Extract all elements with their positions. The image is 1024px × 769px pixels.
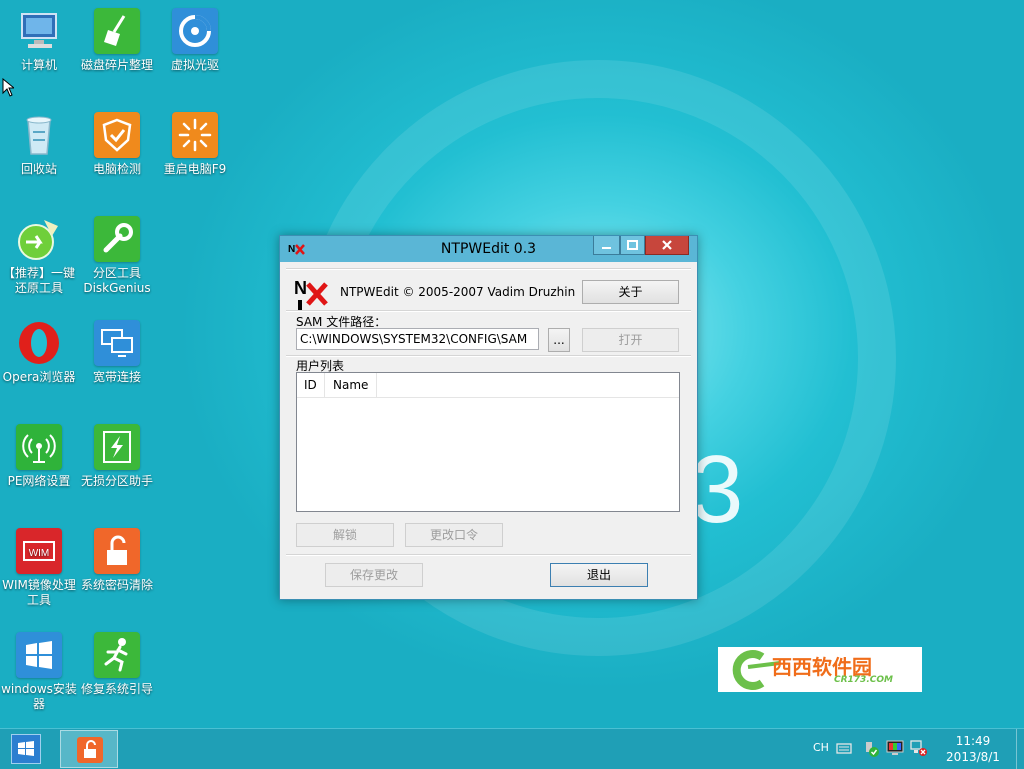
unlock-icon [94,528,140,574]
separator [286,554,691,556]
separator [286,268,691,270]
icon-label: 回收站 [20,162,57,176]
desktop-icon-pe-network[interactable]: PE网络设置 [1,424,77,489]
desktop-icon-virtual-drive[interactable]: 虚拟光驱 [157,8,233,73]
show-desktop-button[interactable] [1016,729,1024,769]
lightning-icon [94,424,140,470]
desktop-icon-password-clear[interactable]: 系统密码清除 [79,528,155,593]
start-button[interactable] [11,734,41,764]
network-status-icon[interactable] [910,740,928,756]
desktop-icon-wim-tool[interactable]: WIM WIM镜像处理工具 [1,528,77,608]
unlock-icon [77,737,103,763]
icon-label: 分区工具DiskGenius [83,266,151,295]
exit-button[interactable]: 退出 [550,563,648,587]
desktop-icon-opera[interactable]: Opera浏览器 [1,320,77,385]
icon-label: 系统密码清除 [80,578,153,592]
minimize-button[interactable] [593,236,620,255]
restore-icon [16,216,62,262]
watermark-site: CR173.COM [834,675,893,685]
ntpwedit-logo-icon: N [294,278,328,310]
clock-date: 2013/8/1 [946,750,1000,764]
minimize-icon [602,247,611,249]
opera-icon [16,320,62,366]
burst-icon [172,112,218,158]
windows-logo-icon [18,741,34,756]
recycle-bin-icon [16,112,62,158]
icon-label: 【推荐】一键还原工具 [2,266,75,295]
separator [286,310,691,312]
mouse-cursor-icon [2,78,14,97]
icon-label: 电脑检测 [92,162,141,176]
display-icon[interactable] [886,740,904,756]
watermark-logo: 西西软件园 CR173.COM [718,647,922,692]
user-list[interactable]: ID Name [296,372,680,512]
keyboard-icon[interactable] [836,741,852,755]
icon-label: PE网络设置 [7,474,71,488]
icon-label: 无损分区助手 [80,474,153,488]
desktop-icon-windows-install[interactable]: windows安装器 [1,632,77,712]
icon-label: 修复系统引导 [80,682,153,696]
clock[interactable]: 11:49 2013/8/1 [938,733,1008,765]
network-icon [16,424,62,470]
desktop-icon-one-key-restore[interactable]: 【推荐】一键还原工具 [1,216,77,296]
svg-text:N: N [294,278,307,298]
wrench-icon [94,216,140,262]
computer-icon [16,8,62,54]
desktop-icon-boot-repair[interactable]: 修复系统引导 [79,632,155,697]
shield-check-icon [94,112,140,158]
browse-button[interactable]: ... [548,328,570,352]
desktop-icon-restart-f9[interactable]: 重启电脑F9 [157,112,233,177]
change-password-button[interactable]: 更改口令 [405,523,503,547]
maximize-button[interactable] [620,236,645,255]
desktop: 3 计算机 回收站 【推荐】一键还原工具 Opera浏览器 PE网络设置 WIM [0,0,1024,728]
icon-label: 虚拟光驱 [170,58,219,72]
open-button[interactable]: 打开 [582,328,679,352]
icon-label: 计算机 [20,58,57,72]
desktop-icon-lossless-partition[interactable]: 无损分区助手 [79,424,155,489]
sam-path-input[interactable] [296,328,539,350]
icon-label: 宽带连接 [92,370,141,384]
window-titlebar[interactable]: N NTPWEdit 0.3 [280,236,697,262]
monitors-icon [94,320,140,366]
language-indicator[interactable]: CH [813,741,829,754]
desktop-icon-disk-defrag[interactable]: 磁盘碎片整理 [79,8,155,73]
wim-icon: WIM [16,528,62,574]
desktop-icon-recycle-bin[interactable]: 回收站 [1,112,77,177]
clock-time: 11:49 [955,734,991,748]
wallpaper-digit: 3 [690,436,744,543]
about-button[interactable]: 关于 [582,280,679,304]
list-header: ID Name [297,373,679,398]
close-button[interactable] [645,236,689,255]
broom-icon [94,8,140,54]
taskbar-app-password-clear[interactable] [60,730,118,768]
ntpwedit-window: N NTPWEdit 0.3 N NTPWEdit © 2005-2007 Va… [279,235,698,600]
copyright-text: NTPWEdit © 2005-2007 Vadim Druzhin [340,285,576,299]
desktop-icon-diskgenius[interactable]: 分区工具DiskGenius [79,216,155,296]
desktop-icon-pc-check[interactable]: 电脑检测 [79,112,155,177]
running-man-icon [94,632,140,678]
icon-label: windows安装器 [1,682,77,711]
icon-label: 重启电脑F9 [163,162,227,176]
usb-safe-remove-icon[interactable] [862,740,880,758]
icon-label: 磁盘碎片整理 [80,58,153,72]
save-changes-button[interactable]: 保存更改 [325,563,423,587]
column-header-name[interactable]: Name [325,373,377,397]
desktop-icon-broadband[interactable]: 宽带连接 [79,320,155,385]
column-header-id[interactable]: ID [297,373,325,397]
windows-icon [16,632,62,678]
disc-icon [172,8,218,54]
separator [286,355,691,357]
taskbar: CH 11:49 2013/8/1 [0,728,1024,769]
svg-text:WIM: WIM [29,548,50,559]
unlock-button[interactable]: 解锁 [296,523,394,547]
icon-label: WIM镜像处理工具 [2,578,76,607]
desktop-icon-computer[interactable]: 计算机 [1,8,77,73]
icon-label: Opera浏览器 [2,370,76,384]
close-icon [662,240,672,250]
maximize-icon [627,240,638,250]
